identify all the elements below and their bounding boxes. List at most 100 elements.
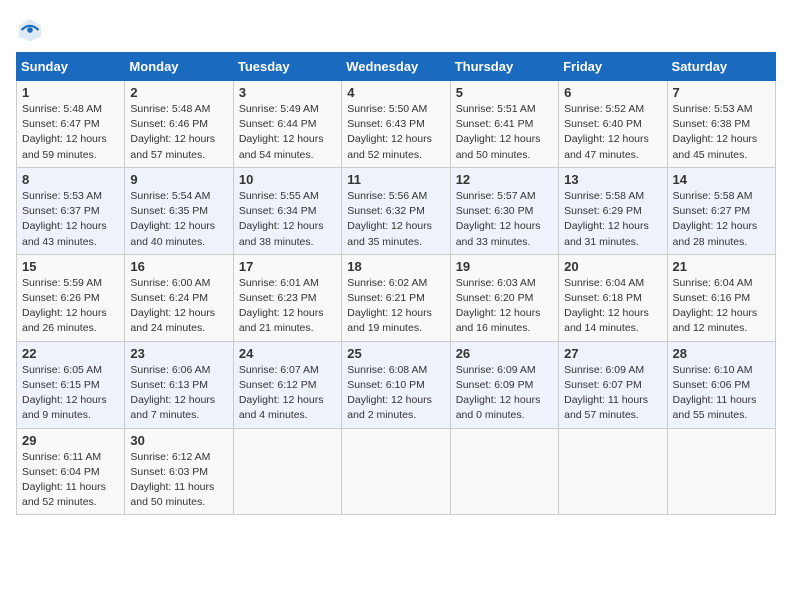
calendar-cell: 13 Sunrise: 5:58 AMSunset: 6:29 PMDaylig… <box>559 167 667 254</box>
calendar-cell: 11 Sunrise: 5:56 AMSunset: 6:32 PMDaylig… <box>342 167 450 254</box>
calendar-body: 1 Sunrise: 5:48 AMSunset: 6:47 PMDayligh… <box>17 81 776 515</box>
calendar-cell <box>667 428 775 515</box>
day-detail: Sunrise: 6:00 AMSunset: 6:24 PMDaylight:… <box>130 276 227 337</box>
day-detail: Sunrise: 6:04 AMSunset: 6:16 PMDaylight:… <box>673 276 770 337</box>
header-day-monday: Monday <box>125 53 233 81</box>
calendar-cell: 3 Sunrise: 5:49 AMSunset: 6:44 PMDayligh… <box>233 81 341 168</box>
day-detail: Sunrise: 6:10 AMSunset: 6:06 PMDaylight:… <box>673 363 770 424</box>
day-detail: Sunrise: 5:48 AMSunset: 6:47 PMDaylight:… <box>22 102 119 163</box>
calendar-cell: 5 Sunrise: 5:51 AMSunset: 6:41 PMDayligh… <box>450 81 558 168</box>
day-detail: Sunrise: 5:56 AMSunset: 6:32 PMDaylight:… <box>347 189 444 250</box>
day-number: 22 <box>22 346 119 361</box>
day-number: 24 <box>239 346 336 361</box>
day-detail: Sunrise: 6:04 AMSunset: 6:18 PMDaylight:… <box>564 276 661 337</box>
calendar-cell: 2 Sunrise: 5:48 AMSunset: 6:46 PMDayligh… <box>125 81 233 168</box>
calendar-cell: 20 Sunrise: 6:04 AMSunset: 6:18 PMDaylig… <box>559 254 667 341</box>
calendar-cell: 1 Sunrise: 5:48 AMSunset: 6:47 PMDayligh… <box>17 81 125 168</box>
day-detail: Sunrise: 5:57 AMSunset: 6:30 PMDaylight:… <box>456 189 553 250</box>
day-number: 14 <box>673 172 770 187</box>
day-number: 12 <box>456 172 553 187</box>
day-detail: Sunrise: 6:03 AMSunset: 6:20 PMDaylight:… <box>456 276 553 337</box>
day-detail: Sunrise: 6:07 AMSunset: 6:12 PMDaylight:… <box>239 363 336 424</box>
header-day-sunday: Sunday <box>17 53 125 81</box>
header-day-thursday: Thursday <box>450 53 558 81</box>
calendar-cell: 24 Sunrise: 6:07 AMSunset: 6:12 PMDaylig… <box>233 341 341 428</box>
day-detail: Sunrise: 6:09 AMSunset: 6:09 PMDaylight:… <box>456 363 553 424</box>
calendar-cell <box>233 428 341 515</box>
calendar-cell: 12 Sunrise: 5:57 AMSunset: 6:30 PMDaylig… <box>450 167 558 254</box>
calendar-week-3: 15 Sunrise: 5:59 AMSunset: 6:26 PMDaylig… <box>17 254 776 341</box>
day-detail: Sunrise: 5:55 AMSunset: 6:34 PMDaylight:… <box>239 189 336 250</box>
day-number: 1 <box>22 85 119 100</box>
calendar-cell: 29 Sunrise: 6:11 AMSunset: 6:04 PMDaylig… <box>17 428 125 515</box>
day-number: 27 <box>564 346 661 361</box>
logo <box>16 16 48 44</box>
header-day-wednesday: Wednesday <box>342 53 450 81</box>
day-number: 20 <box>564 259 661 274</box>
day-number: 29 <box>22 433 119 448</box>
calendar-cell: 8 Sunrise: 5:53 AMSunset: 6:37 PMDayligh… <box>17 167 125 254</box>
day-number: 11 <box>347 172 444 187</box>
day-number: 13 <box>564 172 661 187</box>
day-detail: Sunrise: 5:52 AMSunset: 6:40 PMDaylight:… <box>564 102 661 163</box>
calendar-cell: 7 Sunrise: 5:53 AMSunset: 6:38 PMDayligh… <box>667 81 775 168</box>
logo-icon <box>16 16 44 44</box>
calendar-table: SundayMondayTuesdayWednesdayThursdayFrid… <box>16 52 776 515</box>
header-row: SundayMondayTuesdayWednesdayThursdayFrid… <box>17 53 776 81</box>
day-number: 7 <box>673 85 770 100</box>
calendar-cell: 17 Sunrise: 6:01 AMSunset: 6:23 PMDaylig… <box>233 254 341 341</box>
day-number: 9 <box>130 172 227 187</box>
calendar-cell: 19 Sunrise: 6:03 AMSunset: 6:20 PMDaylig… <box>450 254 558 341</box>
day-number: 10 <box>239 172 336 187</box>
day-detail: Sunrise: 5:51 AMSunset: 6:41 PMDaylight:… <box>456 102 553 163</box>
day-detail: Sunrise: 5:48 AMSunset: 6:46 PMDaylight:… <box>130 102 227 163</box>
calendar-cell: 27 Sunrise: 6:09 AMSunset: 6:07 PMDaylig… <box>559 341 667 428</box>
day-detail: Sunrise: 6:02 AMSunset: 6:21 PMDaylight:… <box>347 276 444 337</box>
day-detail: Sunrise: 5:49 AMSunset: 6:44 PMDaylight:… <box>239 102 336 163</box>
calendar-week-1: 1 Sunrise: 5:48 AMSunset: 6:47 PMDayligh… <box>17 81 776 168</box>
day-number: 30 <box>130 433 227 448</box>
day-detail: Sunrise: 6:06 AMSunset: 6:13 PMDaylight:… <box>130 363 227 424</box>
calendar-cell: 14 Sunrise: 5:58 AMSunset: 6:27 PMDaylig… <box>667 167 775 254</box>
day-number: 15 <box>22 259 119 274</box>
calendar-cell <box>342 428 450 515</box>
day-number: 28 <box>673 346 770 361</box>
day-detail: Sunrise: 6:01 AMSunset: 6:23 PMDaylight:… <box>239 276 336 337</box>
day-number: 25 <box>347 346 444 361</box>
day-number: 26 <box>456 346 553 361</box>
day-detail: Sunrise: 6:09 AMSunset: 6:07 PMDaylight:… <box>564 363 661 424</box>
calendar-cell: 25 Sunrise: 6:08 AMSunset: 6:10 PMDaylig… <box>342 341 450 428</box>
day-detail: Sunrise: 6:12 AMSunset: 6:03 PMDaylight:… <box>130 450 227 511</box>
header-day-tuesday: Tuesday <box>233 53 341 81</box>
day-number: 23 <box>130 346 227 361</box>
day-number: 19 <box>456 259 553 274</box>
calendar-cell: 4 Sunrise: 5:50 AMSunset: 6:43 PMDayligh… <box>342 81 450 168</box>
day-number: 16 <box>130 259 227 274</box>
day-number: 4 <box>347 85 444 100</box>
calendar-cell: 23 Sunrise: 6:06 AMSunset: 6:13 PMDaylig… <box>125 341 233 428</box>
calendar-cell: 18 Sunrise: 6:02 AMSunset: 6:21 PMDaylig… <box>342 254 450 341</box>
day-number: 5 <box>456 85 553 100</box>
calendar-cell: 26 Sunrise: 6:09 AMSunset: 6:09 PMDaylig… <box>450 341 558 428</box>
calendar-cell: 15 Sunrise: 5:59 AMSunset: 6:26 PMDaylig… <box>17 254 125 341</box>
day-detail: Sunrise: 5:53 AMSunset: 6:38 PMDaylight:… <box>673 102 770 163</box>
calendar-week-5: 29 Sunrise: 6:11 AMSunset: 6:04 PMDaylig… <box>17 428 776 515</box>
day-detail: Sunrise: 5:59 AMSunset: 6:26 PMDaylight:… <box>22 276 119 337</box>
day-detail: Sunrise: 5:54 AMSunset: 6:35 PMDaylight:… <box>130 189 227 250</box>
calendar-cell <box>559 428 667 515</box>
calendar-week-4: 22 Sunrise: 6:05 AMSunset: 6:15 PMDaylig… <box>17 341 776 428</box>
calendar-cell: 10 Sunrise: 5:55 AMSunset: 6:34 PMDaylig… <box>233 167 341 254</box>
day-detail: Sunrise: 5:58 AMSunset: 6:27 PMDaylight:… <box>673 189 770 250</box>
calendar-cell <box>450 428 558 515</box>
header-day-friday: Friday <box>559 53 667 81</box>
calendar-cell: 30 Sunrise: 6:12 AMSunset: 6:03 PMDaylig… <box>125 428 233 515</box>
day-number: 2 <box>130 85 227 100</box>
page-header <box>16 16 776 44</box>
day-detail: Sunrise: 6:11 AMSunset: 6:04 PMDaylight:… <box>22 450 119 511</box>
calendar-header: SundayMondayTuesdayWednesdayThursdayFrid… <box>17 53 776 81</box>
day-detail: Sunrise: 5:50 AMSunset: 6:43 PMDaylight:… <box>347 102 444 163</box>
calendar-cell: 22 Sunrise: 6:05 AMSunset: 6:15 PMDaylig… <box>17 341 125 428</box>
day-number: 3 <box>239 85 336 100</box>
calendar-cell: 9 Sunrise: 5:54 AMSunset: 6:35 PMDayligh… <box>125 167 233 254</box>
day-number: 8 <box>22 172 119 187</box>
